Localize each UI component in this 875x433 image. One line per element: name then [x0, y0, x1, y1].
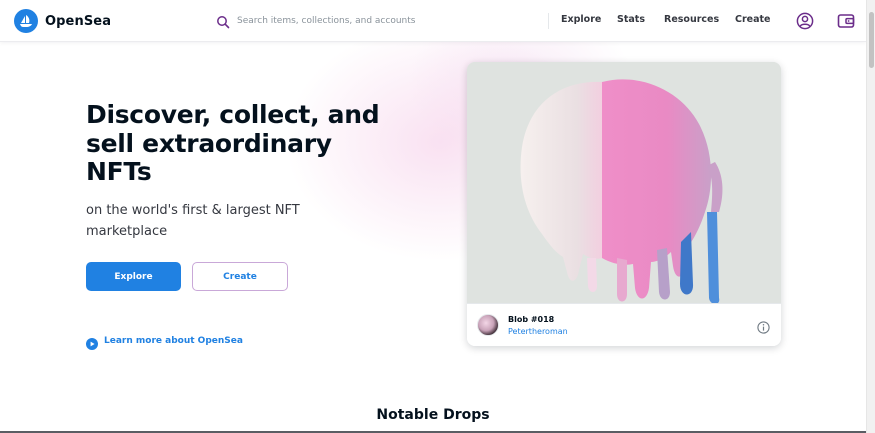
sailboat-logo-icon [14, 9, 38, 33]
create-button[interactable]: Create [192, 262, 288, 291]
create-button-label: Create [223, 271, 257, 282]
featured-nft-card[interactable]: Blob #018 Petertheroman [467, 62, 781, 346]
nav-explore-link[interactable]: Explore [561, 14, 601, 25]
scrollbar-thumb[interactable] [869, 12, 874, 68]
search-input[interactable] [237, 16, 537, 26]
nft-card-footer: Blob #018 Petertheroman [467, 303, 781, 346]
nav-stats-link[interactable]: Stats [617, 14, 645, 25]
nft-name[interactable]: Blob #018 [508, 315, 554, 324]
explore-button[interactable]: Explore [86, 262, 181, 291]
page-scrollbar[interactable] [866, 0, 875, 433]
hero-subtitle: on the world's first & largest NFT marke… [86, 203, 300, 239]
nav-resources-link[interactable]: Resources [664, 14, 719, 25]
section-title: Notable Drops [376, 407, 490, 423]
account-icon[interactable] [795, 11, 815, 31]
hero-title: Discover, collect, and sell extraordinar… [86, 100, 380, 186]
explore-button-label: Explore [114, 271, 153, 282]
search-icon [216, 14, 230, 29]
nav-divider [548, 13, 549, 29]
brand-name: OpenSea [45, 13, 112, 29]
nft-artwork [467, 62, 781, 304]
avatar[interactable] [477, 314, 499, 336]
opensea-logo[interactable]: OpenSea [14, 9, 111, 33]
play-circle-icon [86, 335, 98, 350]
top-navigation-bar: OpenSea Explore Stats Resources Create [0, 0, 866, 42]
learn-more-link[interactable]: Learn more about OpenSea [86, 335, 243, 350]
search-bar[interactable] [207, 8, 550, 34]
learn-more-label: Learn more about OpenSea [104, 336, 243, 346]
nav-create-link[interactable]: Create [735, 14, 771, 25]
info-icon[interactable] [757, 319, 770, 334]
wallet-icon[interactable] [836, 11, 856, 31]
creator-name-link[interactable]: Petertheroman [508, 327, 568, 336]
